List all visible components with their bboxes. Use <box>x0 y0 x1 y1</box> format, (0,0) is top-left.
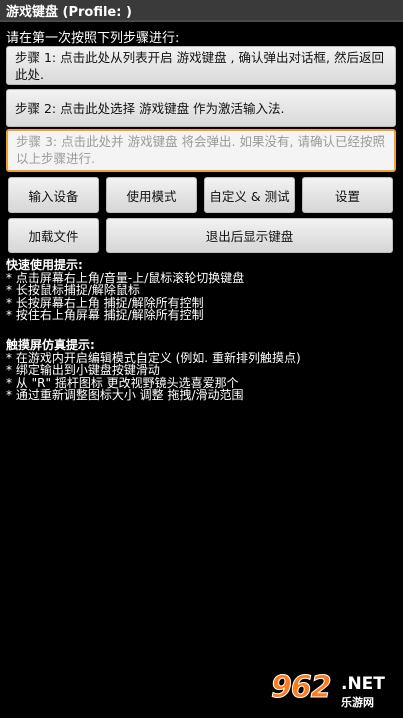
step-1-enable-keyboard-button[interactable]: 步骤 1: 点击此处从列表开启 游戏键盘 , 确认弹出对话框, 然后返回此处. <box>6 46 396 85</box>
app-title: 游戏键盘 (Profile: ) <box>6 4 132 20</box>
settings-button[interactable]: 设置 <box>302 177 393 213</box>
title-bar: 游戏键盘 (Profile: ) <box>0 0 403 22</box>
quick-tip-line: * 长按鼠标捕捉/解除鼠标 <box>6 283 140 298</box>
step-2-label: 步骤 2: 点击此处选择 游戏键盘 作为激活输入法. <box>15 100 285 116</box>
site-watermark-logo: 962 .NET 乐游网 <box>267 670 397 712</box>
customize-test-button[interactable]: 自定义 & 测试 <box>204 177 295 213</box>
step-2-select-input-method-button[interactable]: 步骤 2: 点击此处选择 游戏键盘 作为激活输入法. <box>6 89 396 127</box>
watermark-number: 962 <box>271 670 333 706</box>
input-device-button[interactable]: 输入设备 <box>8 177 99 213</box>
touch-tip-line: * 绑定输出到小键盘按键滑动 <box>6 363 160 378</box>
touch-tips-section: 触摸屏仿真提示: * 在游戏内开启编辑模式自定义 (例如. 重新排列触摸点) *… <box>6 339 301 402</box>
load-file-button[interactable]: 加载文件 <box>8 218 99 253</box>
step-1-label: 步骤 1: 点击此处从列表开启 游戏键盘 , 确认弹出对话框, 然后返回此处. <box>15 49 384 82</box>
watermark-site-name: 乐游网 <box>341 696 374 709</box>
touch-tips-heading: 触摸屏仿真提示: <box>6 338 95 352</box>
use-mode-button[interactable]: 使用模式 <box>106 177 197 213</box>
exit-show-keyboard-button[interactable]: 退出后显示键盘 <box>106 218 393 253</box>
setup-instruction: 请在第一次按照下列步骤进行: <box>6 31 180 46</box>
step-3-label: 步骤 3: 点击此处并 游戏键盘 将会弹出. 如果没有, 请确认已经按照以上步骤… <box>16 134 385 166</box>
touch-tip-line: * 通过重新调整图标大小 调整 拖拽/滑动范围 <box>6 388 244 403</box>
quick-tip-line: * 按住右上角屏幕 捕捉/解除所有控制 <box>6 308 204 323</box>
quick-tips-heading: 快速使用提示: <box>6 258 83 272</box>
step-3-show-keyboard-field[interactable]: 步骤 3: 点击此处并 游戏键盘 将会弹出. 如果没有, 请确认已经按照以上步骤… <box>6 129 396 172</box>
watermark-net: .NET <box>341 674 385 694</box>
app-screen: 游戏键盘 (Profile: ) 请在第一次按照下列步骤进行: 步骤 1: 点击… <box>0 0 403 718</box>
quick-tips-section: 快速使用提示: * 点击屏幕右上角/音量-上/鼠标滚轮切换键盘 * 长按鼠标捕捉… <box>6 259 244 322</box>
